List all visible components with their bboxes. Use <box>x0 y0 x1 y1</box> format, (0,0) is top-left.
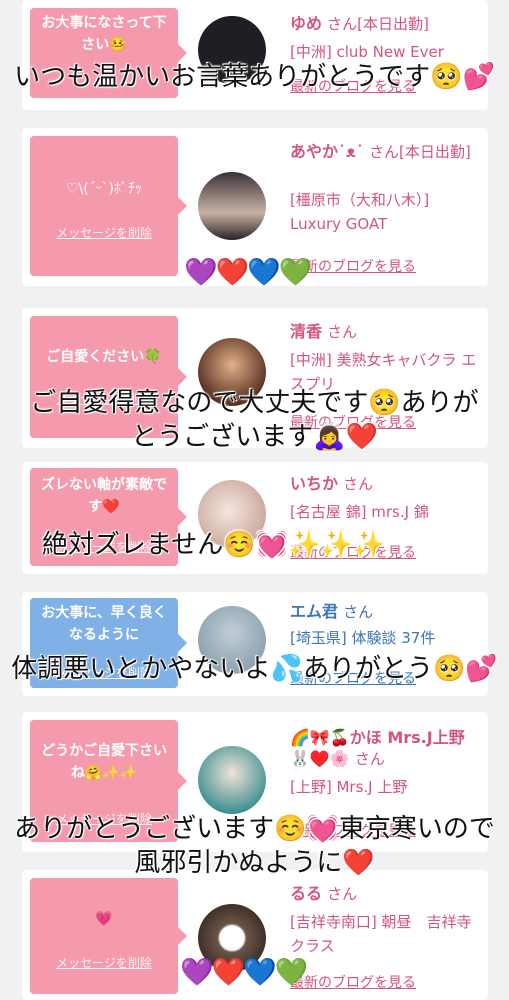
san-suffix: さん <box>327 323 358 341</box>
message-text: お大事に、早く良くなるように <box>41 605 167 643</box>
san-suffix: さん <box>327 15 358 33</box>
san-suffix: さん <box>368 143 399 161</box>
sender-name[interactable]: ゆめ <box>290 14 322 33</box>
avatar[interactable] <box>198 172 266 240</box>
overlay-caption: 絶対ズレません☺️💓✨✨✨ <box>42 530 386 560</box>
sender-name[interactable]: るる <box>290 884 322 903</box>
location: [上野] Mrs.J 上野 <box>290 778 408 796</box>
sender-name[interactable]: いちか <box>290 474 338 493</box>
work-badge: [本日出勤] <box>357 15 429 33</box>
location: [名古屋 錦] mrs.J 錦 <box>290 503 429 521</box>
location: [吉祥寺南口] 朝昼 吉祥寺クラス <box>290 913 472 955</box>
location: [橿原市（大和八木）] Luxury GOAT <box>290 191 430 233</box>
san-suffix: さん <box>343 603 374 621</box>
message-text: お大事になさって下さい🤒 <box>41 15 167 53</box>
overlay-caption: ありがとうございます☺️💓東京寒いので風邪引かぬように❤️ <box>14 814 495 878</box>
san-suffix: さん <box>343 475 374 493</box>
message-bubble: 💗 メッセージを削除 <box>30 878 187 994</box>
overlay-caption: ご自愛得意なので大丈夫です🥺ありがとうございます🙇‍♀️❤️ <box>30 388 479 452</box>
san-suffix: さん <box>354 750 385 768</box>
hearts-sticker: 💜❤️💙💚 <box>184 257 312 288</box>
san-suffix: さん <box>327 885 358 903</box>
message-text: ♡\(ˊᵕˋ)ﾎﾟﾁｯ <box>66 181 142 197</box>
hearts-sticker: 💜❤️💙💚 <box>180 957 308 988</box>
location: [埼玉県] 体験談 37件 <box>290 629 436 647</box>
sender-name[interactable]: エム君 <box>290 602 338 621</box>
message-text: 💗 <box>95 911 113 927</box>
message-text: ご自愛ください🍀 <box>46 349 162 365</box>
message-bubble: ♡\(ˊᵕˋ)ﾎﾟﾁｯ メッセージを削除 <box>30 136 187 276</box>
blog-link[interactable]: 最新のブログを見る <box>290 972 416 992</box>
work-badge: [本日出勤] <box>398 143 471 161</box>
sender-name[interactable]: 清香 <box>290 322 322 341</box>
overlay-caption: 体調悪いとかやないよ💦ありがとう🥺💕 <box>11 654 498 684</box>
delete-message-link[interactable]: メッセージを削除 <box>30 224 178 241</box>
delete-message-link[interactable]: メッセージを削除 <box>30 954 178 971</box>
sender-name[interactable]: あやか˙ᴥ˙ <box>290 142 364 161</box>
avatar[interactable] <box>198 746 266 814</box>
message-text: どうかご自愛下さいね🤗✨✨ <box>41 743 167 781</box>
overlay-caption: いつも温かいお言葉ありがとうです🥺💕 <box>14 62 495 92</box>
message-text: ズレない軸が素敵です❤️ <box>41 477 167 515</box>
